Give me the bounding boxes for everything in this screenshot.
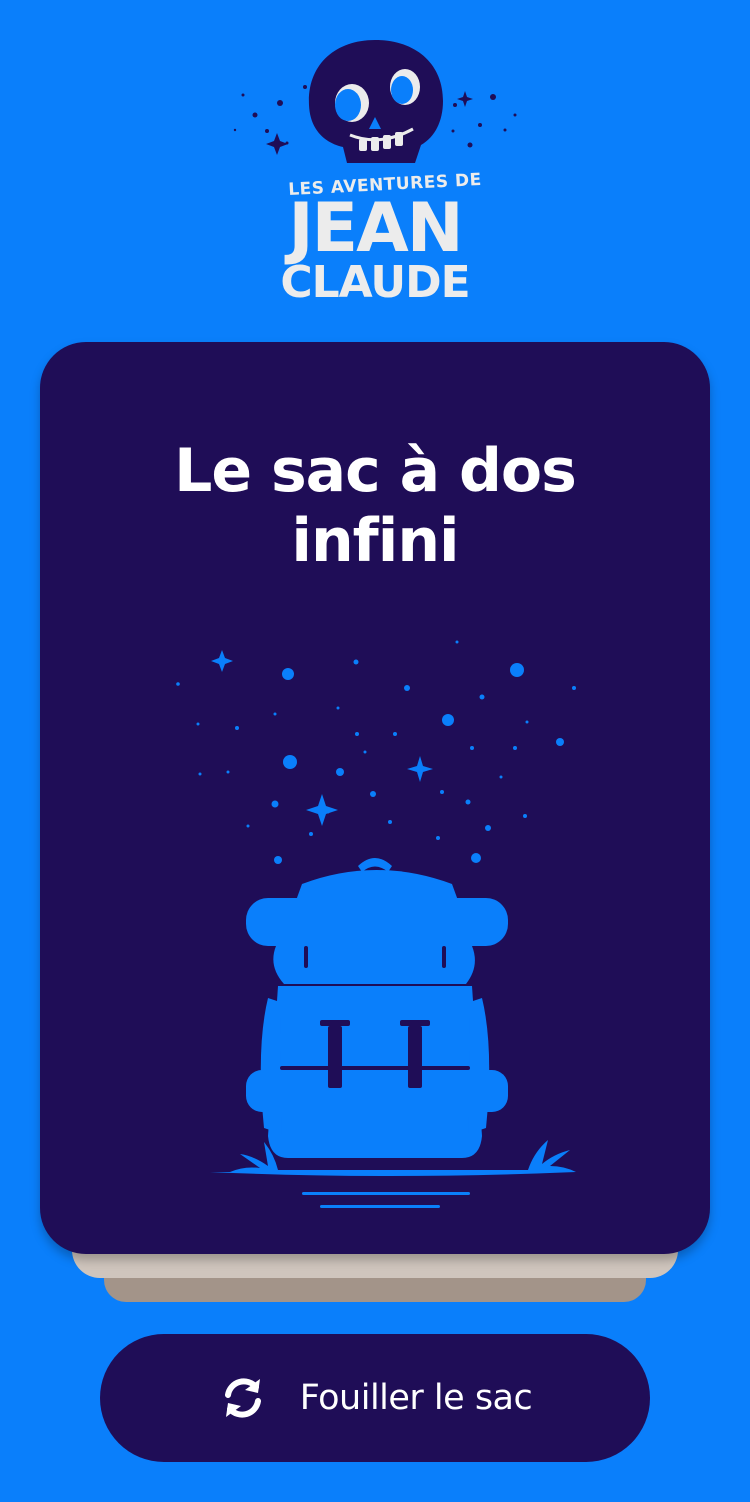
card-title: Le sac à dos infini bbox=[174, 436, 577, 576]
refresh-icon bbox=[224, 1378, 261, 1418]
search-bag-label: Fouiller le sac bbox=[299, 1378, 533, 1418]
app-screen: LES AVENTURES DE JEAN CLAUDE Le sac à do… bbox=[0, 0, 750, 1502]
logo-name-last: CLAUDE bbox=[280, 257, 470, 308]
backpack-icon bbox=[176, 640, 576, 1208]
logo-name-first: JEAN bbox=[288, 189, 463, 268]
app-logo: LES AVENTURES DE JEAN CLAUDE bbox=[225, 35, 525, 310]
search-bag-button[interactable]: Fouiller le sac bbox=[100, 1334, 650, 1462]
event-card[interactable]: Le sac à dos infini bbox=[40, 342, 710, 1254]
